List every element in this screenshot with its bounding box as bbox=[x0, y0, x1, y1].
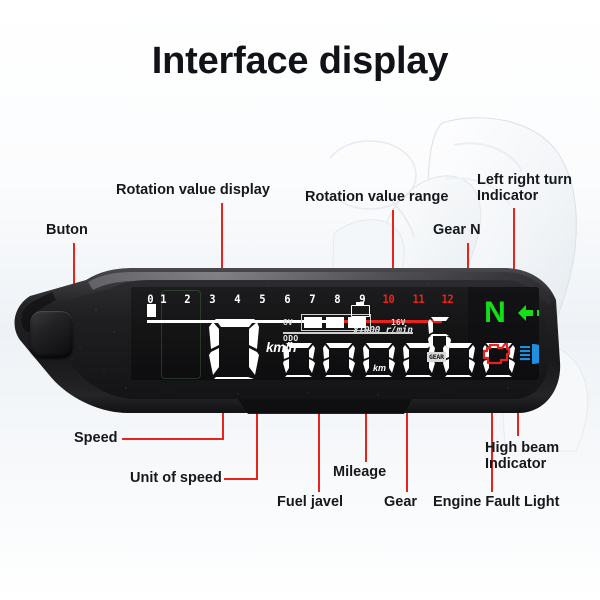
callout-label-unit-of-speed: Unit of speed bbox=[130, 470, 222, 486]
battery-min-label: 8V bbox=[283, 318, 293, 327]
speed-digit-0 bbox=[209, 319, 259, 379]
rpm-tick-1: 1 bbox=[160, 292, 167, 306]
callout-label-speed: Speed bbox=[74, 430, 118, 446]
leader-line-unit-of-speed-horizontal bbox=[224, 478, 258, 480]
rpm-tick-10: 10 bbox=[382, 292, 395, 306]
turn-signal-indicator bbox=[517, 297, 539, 329]
rpm-tick-3: 3 bbox=[209, 292, 216, 306]
rpm-tick-7: 7 bbox=[309, 292, 316, 306]
rpm-tick-11: 11 bbox=[412, 292, 425, 306]
lcd-screen: 0 1 2 3 4 5 6 7 8 9 10 11 12 x1000 r/min bbox=[131, 287, 539, 380]
rpm-tick-12: 12 bbox=[441, 292, 454, 306]
rpm-tick-5: 5 bbox=[259, 292, 266, 306]
callout-label-gear-n: Gear N bbox=[433, 222, 481, 238]
gear-digit bbox=[428, 317, 451, 353]
callout-label-rotation-value-display: Rotation value display bbox=[116, 182, 270, 198]
odometer-unit-label: km bbox=[373, 363, 387, 373]
engine-outline-icon bbox=[482, 342, 511, 365]
battery-max-label: 16V bbox=[391, 318, 406, 327]
rpm-tick-2: 2 bbox=[184, 292, 191, 306]
callout-label-high-beam: High beam Indicator bbox=[485, 440, 560, 473]
battery-segment-2 bbox=[326, 317, 344, 328]
double-arrow-icon bbox=[518, 305, 539, 321]
callout-label-rotation-value-range: Rotation value range bbox=[305, 189, 449, 205]
speedometer-device: 0 1 2 3 4 5 6 7 8 9 10 11 12 x1000 r/min bbox=[8, 266, 564, 416]
battery-segment-1 bbox=[304, 317, 322, 328]
callout-label-fuel-javel: Fuel javel bbox=[277, 494, 344, 510]
callout-label-gear: Gear bbox=[384, 494, 418, 510]
gear-tag-label: GEAR bbox=[427, 352, 446, 362]
page-title: Interface display bbox=[151, 40, 449, 82]
high-beam-lamp-icon bbox=[520, 344, 539, 364]
battery-voltage-gauge: 8V 16V bbox=[283, 302, 413, 334]
tachometer-scale: 0 1 2 3 4 5 6 7 8 9 10 11 12 bbox=[147, 292, 459, 306]
neutral-indicator: N bbox=[484, 296, 506, 329]
leader-line-speed-horizontal bbox=[122, 438, 224, 440]
engine-fault-indicator bbox=[479, 337, 513, 371]
high-beam-indicator bbox=[517, 337, 539, 371]
rpm-tick-8: 8 bbox=[334, 292, 341, 306]
callout-label-turn-indicator: Left right turn Indicator bbox=[477, 172, 573, 205]
speed-value bbox=[203, 317, 265, 380]
callout-label-mileage: Mileage bbox=[333, 464, 387, 480]
screenshot-root: Interface display Buton Rotation value d… bbox=[0, 0, 600, 600]
rpm-tick-4: 4 bbox=[234, 292, 241, 306]
rpm-tick-6: 6 bbox=[284, 292, 291, 306]
callout-label-buton: Buton bbox=[46, 222, 88, 238]
battery-icon bbox=[351, 302, 370, 317]
mode-button[interactable] bbox=[30, 311, 73, 358]
tachometer-current-bar bbox=[147, 304, 156, 317]
battery-baseline bbox=[283, 332, 413, 334]
battery-segment-3 bbox=[348, 317, 366, 328]
callout-label-engine-fault: Engine Fault Light bbox=[433, 494, 560, 510]
